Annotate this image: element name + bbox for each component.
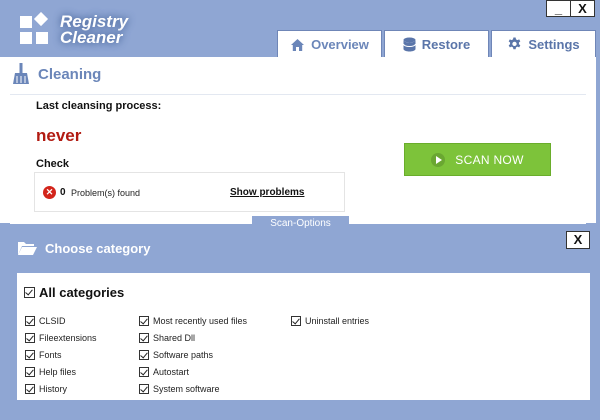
- checkbox-checked-icon: [25, 367, 35, 377]
- tab-settings-label: Settings: [528, 36, 580, 52]
- checkbox-checked-icon: [25, 350, 35, 360]
- checkbox-checked-icon: [291, 316, 301, 326]
- category-option-label: CLSID: [39, 316, 66, 326]
- category-option[interactable]: Fonts: [25, 350, 62, 360]
- home-icon: [291, 38, 305, 51]
- choose-category-header: Choose category: [17, 240, 150, 256]
- category-option[interactable]: Fileextensions: [25, 333, 97, 343]
- all-categories-checkbox[interactable]: All categories: [24, 285, 124, 300]
- cleaning-header: Cleaning: [12, 63, 101, 85]
- category-option-label: Help files: [39, 367, 77, 377]
- category-option-label: System software: [153, 384, 220, 394]
- category-option-label: Shared Dll: [153, 333, 196, 343]
- all-categories-label: All categories: [39, 285, 125, 300]
- category-panel: All categories CLSID Fileextensions Font…: [17, 273, 590, 400]
- checkbox-checked-icon: [139, 367, 149, 377]
- scan-options-tab[interactable]: Scan-Options: [252, 216, 349, 231]
- choose-category-title: Choose category: [45, 240, 151, 256]
- category-option[interactable]: System software: [139, 384, 220, 394]
- gear-icon: [509, 36, 521, 49]
- category-option[interactable]: Software paths: [139, 350, 213, 360]
- problem-count: 0: [60, 187, 66, 198]
- tab-overview[interactable]: Overview: [277, 30, 382, 58]
- last-process-label: Last cleansing process:: [36, 100, 162, 112]
- category-option-label: History: [39, 384, 68, 394]
- check-results-box: ✕ 0 Problem(s) found Show problems: [34, 172, 345, 212]
- tab-restore-label: Restore: [421, 36, 471, 52]
- tab-settings[interactable]: Settings: [491, 30, 596, 57]
- scan-now-label: SCAN NOW: [455, 152, 524, 167]
- checkbox-checked-icon: [25, 384, 35, 394]
- checkbox-checked-icon: [25, 316, 35, 326]
- category-option[interactable]: Most recently used files: [139, 316, 247, 326]
- category-option[interactable]: Autostart: [139, 367, 189, 377]
- category-option-label: Software paths: [153, 350, 214, 360]
- category-option[interactable]: Help files: [25, 367, 76, 377]
- last-process-value: never: [36, 126, 82, 145]
- check-label: Check: [36, 158, 70, 170]
- minimize-button[interactable]: _: [546, 0, 571, 17]
- tab-overview-label: Overview: [311, 37, 369, 52]
- folder-open-icon: [18, 242, 37, 255]
- close-window-button[interactable]: X: [570, 0, 595, 17]
- category-option-label: Fonts: [39, 350, 62, 360]
- category-close-button[interactable]: X: [566, 231, 590, 249]
- app-logo: Registry Cleaner: [18, 10, 148, 50]
- category-option[interactable]: Uninstall entries: [291, 316, 369, 326]
- broom-icon: [13, 63, 29, 84]
- checkbox-checked-icon: [139, 316, 149, 326]
- tab-restore[interactable]: Restore: [384, 30, 489, 57]
- checkbox-checked-icon: [139, 350, 149, 360]
- scan-now-button[interactable]: SCAN NOW: [404, 143, 551, 176]
- checkbox-checked-icon: [24, 287, 35, 298]
- play-icon: [431, 152, 446, 167]
- category-option[interactable]: CLSID: [25, 316, 66, 326]
- logo-squares-icon: [20, 12, 49, 44]
- problem-label: Problem(s) found: [71, 188, 141, 198]
- app-title: Registry Cleaner: [60, 12, 129, 47]
- checkbox-checked-icon: [139, 384, 149, 394]
- category-option-label: Most recently used files: [153, 316, 248, 326]
- show-problems-link[interactable]: Show problems: [230, 187, 304, 198]
- checkbox-checked-icon: [139, 333, 149, 343]
- category-option-label: Autostart: [153, 367, 190, 377]
- category-option[interactable]: History: [25, 384, 67, 394]
- database-icon: [402, 37, 416, 51]
- category-option-label: Fileextensions: [39, 333, 97, 343]
- category-option-label: Uninstall entries: [305, 316, 370, 326]
- cleaning-title: Cleaning: [38, 65, 102, 83]
- category-option[interactable]: Shared Dll: [139, 333, 195, 343]
- error-icon: ✕: [43, 186, 56, 199]
- checkbox-checked-icon: [25, 333, 35, 343]
